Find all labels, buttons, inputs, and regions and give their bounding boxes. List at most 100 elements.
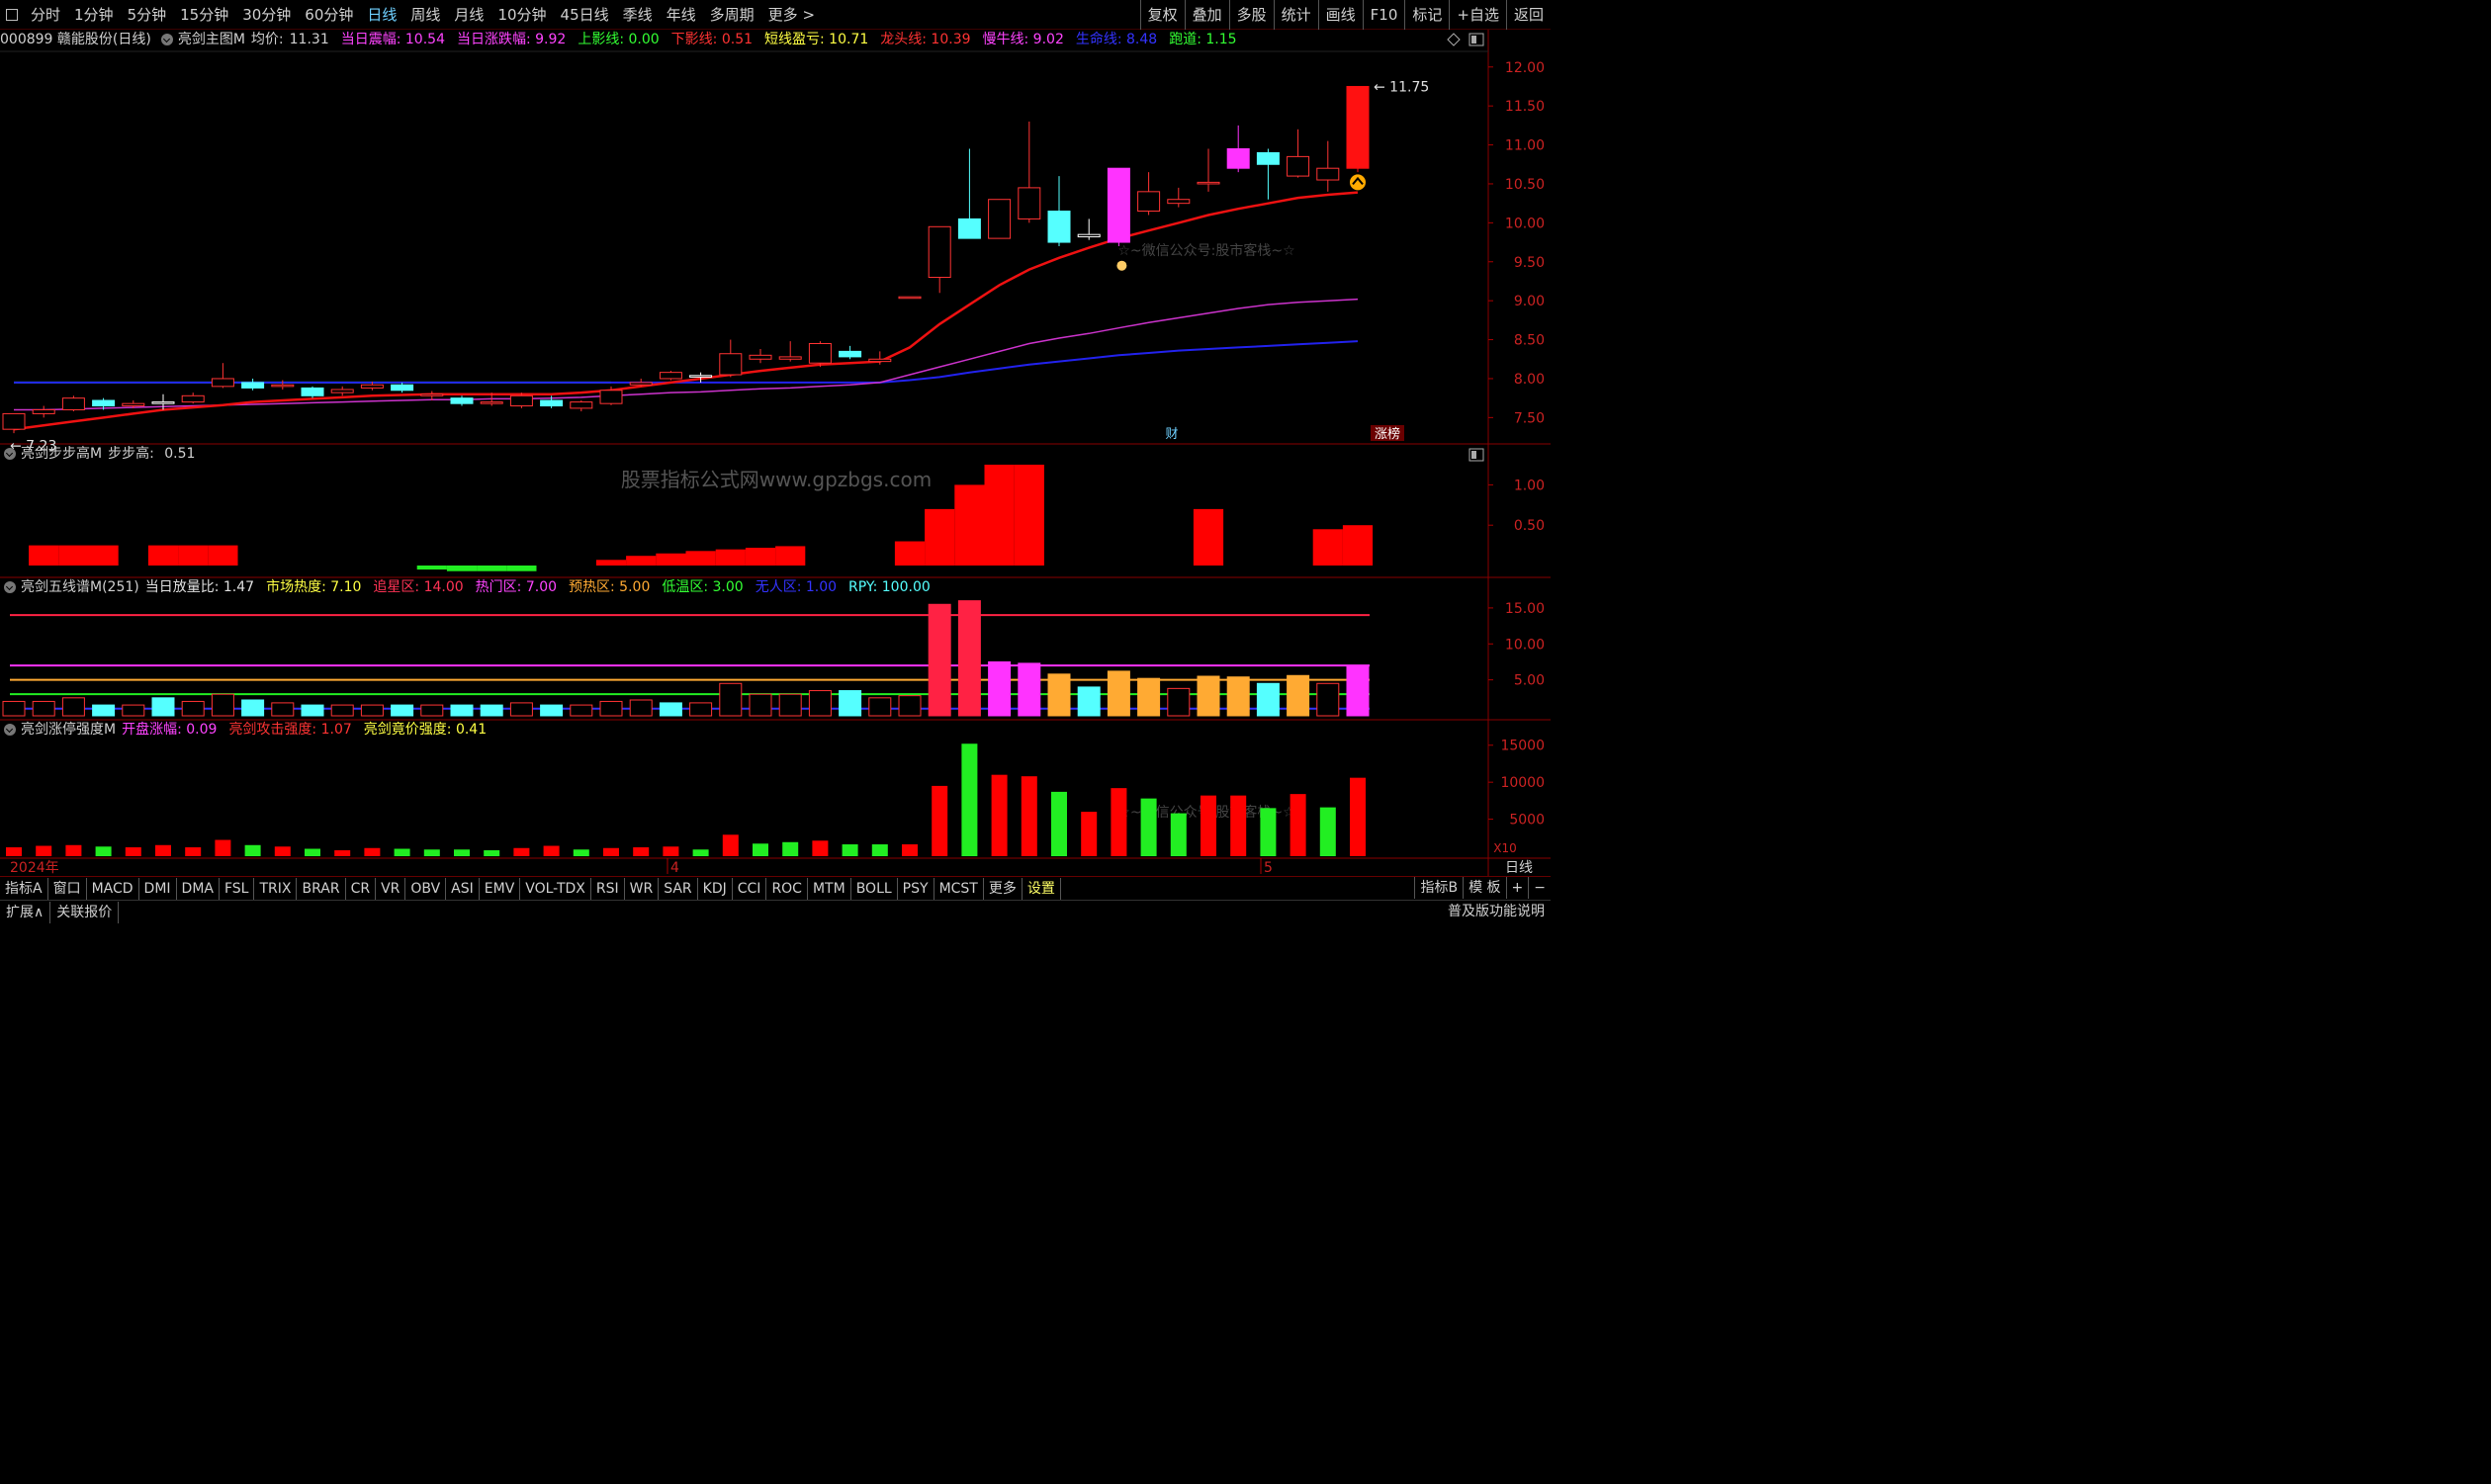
indicator-tab-1[interactable]: 窗口 — [48, 877, 87, 900]
p3-bar-45 — [1346, 664, 1370, 717]
indicator-tab-5[interactable]: FSL — [220, 877, 255, 900]
indicator-tab-6[interactable]: TRIX — [254, 877, 298, 900]
price-axis-label-5: 9.50 — [1514, 255, 1545, 271]
indicator-tab-17[interactable]: KDJ — [698, 877, 733, 900]
price-axis-label-7: 8.50 — [1514, 333, 1545, 349]
indicator-tab-2[interactable]: MACD — [87, 877, 139, 900]
candle-body-17 — [509, 394, 533, 407]
p4-bar-36 — [1081, 812, 1098, 856]
indicator-tab-4[interactable]: DMA — [177, 877, 220, 900]
life-line — [14, 340, 1359, 384]
panel3-title[interactable]: 亮剑五线谱M(251) — [21, 577, 139, 597]
indicator-tab-15[interactable]: WR — [625, 877, 660, 900]
panel3-menu-icon[interactable] — [4, 581, 16, 593]
indicator-tab-14[interactable]: RSI — [591, 877, 625, 900]
p4-axis-label-2: 5000 — [1509, 813, 1545, 829]
p2-bar-7 — [208, 545, 238, 566]
p3-bar-14 — [420, 704, 444, 717]
candle-body-11 — [330, 389, 354, 393]
p4-bar-27 — [812, 840, 829, 856]
p3-bar-3 — [92, 704, 116, 717]
p3-bar-0 — [2, 700, 26, 717]
chart-canvas[interactable]: 12.00 11.50 11.00 10.50 10.00 9.50 9.00 8.50 8.0… — [0, 0, 1551, 876]
ext-tab-0[interactable]: 扩展∧ — [0, 901, 51, 923]
indicator-tab-16[interactable]: SAR — [659, 877, 698, 900]
p3-bar-6 — [181, 700, 205, 717]
indicator-tab-7[interactable]: BRAR — [297, 877, 346, 900]
p3-bar-25 — [749, 693, 772, 717]
panel4-info: 亮剑涨停强度M 开盘涨幅: 0.09 亮剑攻击强度: 1.07 亮剑竟价强度: 0.… — [0, 720, 498, 740]
price-axis-label-9: 7.50 — [1514, 410, 1545, 426]
indicator-tab-25[interactable]: 设置 — [1023, 877, 1061, 900]
panel2-info: 亮剑步步高M 步步高: 0.51 — [0, 444, 207, 464]
panel2-menu-icon[interactable] — [4, 448, 16, 460]
p3-bar-26 — [778, 693, 802, 717]
price-axis-label-1: 11.50 — [1505, 99, 1545, 115]
candle-body-6 — [181, 394, 205, 403]
p4-bar-6 — [185, 847, 202, 856]
p4-bar-39 — [1170, 813, 1187, 856]
candle-body-16 — [480, 401, 503, 404]
panel2-title[interactable]: 亮剑步步高M — [21, 444, 102, 464]
panel4-title[interactable]: 亮剑涨停强度M — [21, 720, 116, 740]
p3-bar-38 — [1137, 677, 1161, 717]
indicator-tab-12[interactable]: EMV — [480, 877, 521, 900]
candle-body-26 — [778, 356, 802, 360]
candle-body-12 — [360, 384, 384, 389]
p4-bar-2 — [65, 844, 82, 856]
p2-bar-16 — [477, 566, 507, 571]
p3-bar-41 — [1226, 676, 1250, 717]
indicator-tab-18[interactable]: CCI — [733, 877, 767, 900]
indicator-tab-0[interactable]: 指标A — [0, 877, 48, 900]
candle-body-0 — [2, 412, 26, 430]
bottom-right-tab-1[interactable]: 模 板 — [1463, 877, 1505, 899]
indicator-tab-9[interactable]: VR — [376, 877, 406, 900]
indicator-tab-3[interactable]: DMI — [139, 877, 177, 900]
candle-body-31 — [928, 225, 951, 279]
p3-bar-7 — [211, 693, 234, 717]
p4-bar-30 — [902, 844, 918, 856]
indicator-tab-22[interactable]: PSY — [898, 877, 934, 900]
indicator-tab-13[interactable]: VOL-TDX — [520, 877, 591, 900]
p3-bar-34 — [1018, 662, 1041, 717]
p2-bar-21 — [626, 556, 657, 566]
indicator-tab-20[interactable]: MTM — [808, 877, 851, 900]
indicator-tab-24[interactable]: 更多 — [984, 877, 1023, 900]
indicator-tab-23[interactable]: MCST — [934, 877, 984, 900]
indicator-tab-21[interactable]: BOLL — [851, 877, 898, 900]
candle-body-13 — [391, 384, 414, 392]
p3-bar-43 — [1287, 674, 1310, 717]
p2-bar-45 — [1342, 525, 1374, 566]
panel4-menu-icon[interactable] — [4, 724, 16, 736]
p3-axis-label-0: 15.00 — [1505, 601, 1545, 617]
signal-icon — [1350, 174, 1366, 191]
candle-body-5 — [151, 401, 175, 404]
candle-body-19 — [570, 401, 593, 409]
p2-bar-15 — [446, 566, 478, 571]
p3-axis-label-2: 5.00 — [1514, 673, 1545, 689]
p2-bar-6 — [178, 545, 209, 566]
p3-bar-10 — [301, 704, 324, 717]
price-axis-label-4: 10.00 — [1505, 216, 1545, 231]
slow-bull-line — [14, 298, 1359, 411]
candle-body-40 — [1197, 181, 1220, 185]
p4-bar-29 — [871, 844, 888, 856]
indicator-tab-19[interactable]: ROC — [766, 877, 808, 900]
p4-bar-14 — [423, 849, 440, 856]
candle-body-30 — [898, 296, 922, 300]
p3-bar-24 — [719, 682, 743, 717]
help-link[interactable]: 普及版功能说明 — [1448, 901, 1545, 922]
ext-tab-1[interactable]: 关联报价 — [50, 901, 120, 923]
bottom-right-tab-2[interactable]: + — [1505, 877, 1529, 899]
indicator-tab-11[interactable]: ASI — [446, 877, 480, 900]
p4-axis-label-0: 15000 — [1500, 739, 1545, 754]
candle-body-33 — [988, 199, 1012, 239]
trading-app: 分时 1分钟 5分钟 15分钟 30分钟 60分钟 日线 周线 月线 10分钟 45日线 季线 年线 多周… — [0, 0, 1551, 923]
p3-bar-11 — [330, 704, 354, 717]
p4-bar-44 — [1319, 807, 1336, 856]
indicator-tab-10[interactable]: OBV — [405, 877, 447, 900]
bottom-right-tab-0[interactable]: 指标B — [1414, 877, 1463, 899]
bottom-right-tab-3[interactable]: − — [1528, 877, 1551, 899]
p2-bar-24 — [715, 549, 746, 566]
indicator-tab-8[interactable]: CR — [346, 877, 377, 900]
